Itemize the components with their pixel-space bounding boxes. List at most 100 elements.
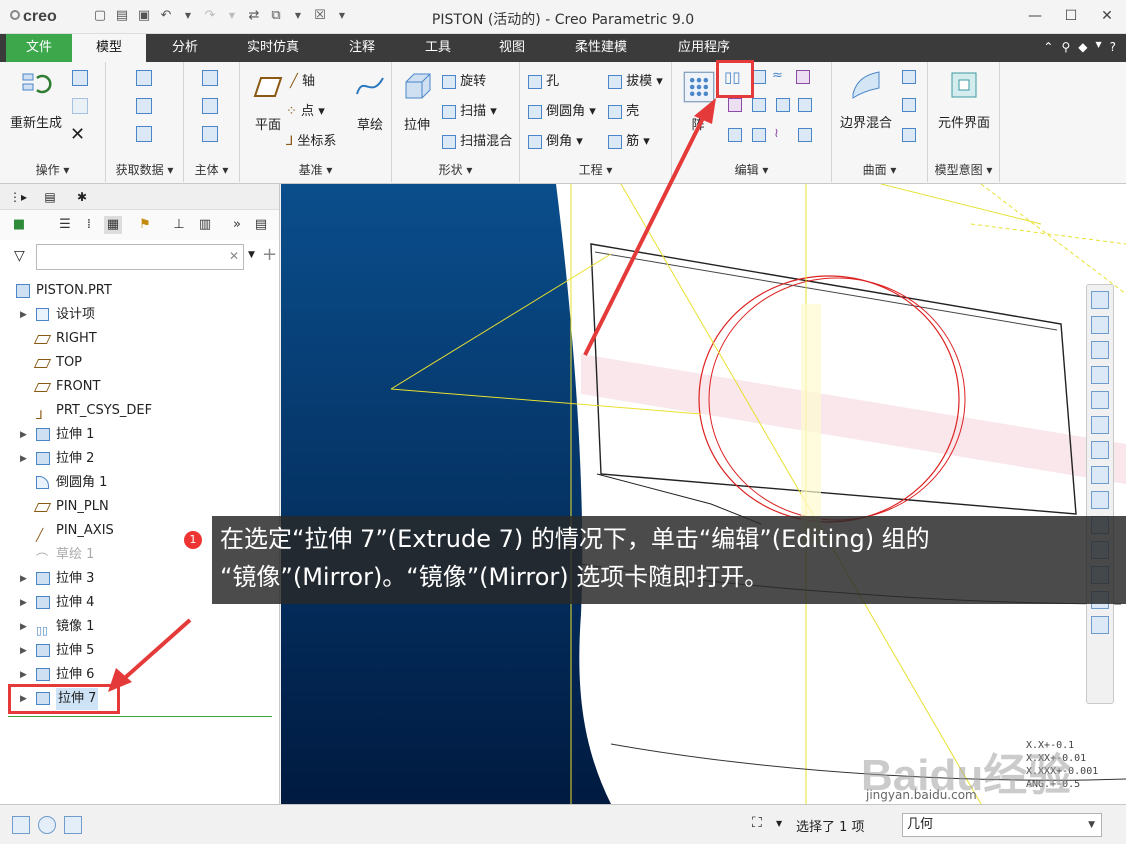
wrap-icon[interactable] — [752, 128, 766, 142]
insert-indicator[interactable] — [8, 716, 272, 717]
saved-orientations-icon[interactable] — [1091, 416, 1109, 434]
folder-browser-tab-icon[interactable]: ▤ — [38, 187, 62, 207]
revolve-button[interactable]: 旋转 — [442, 70, 486, 89]
tree-filter-icon[interactable]: ▦ — [104, 216, 122, 234]
zoom-out-icon[interactable] — [1091, 341, 1109, 359]
tree-item[interactable]: ▶ ▯▯ 镜像 1 — [0, 616, 278, 638]
boundary-blend-button[interactable]: 边界混合 — [836, 68, 896, 131]
freestyle-icon[interactable] — [902, 128, 916, 142]
show-options-icon[interactable]: ⊥ — [170, 216, 188, 234]
expand-arrow-icon[interactable]: ▶ — [20, 640, 27, 662]
show-icon[interactable]: ■ — [10, 216, 28, 234]
thicken-icon[interactable] — [776, 98, 790, 112]
tree-item[interactable]: ▶ 拉伸 6 — [0, 664, 278, 686]
tab-applications[interactable]: 应用程序 — [662, 34, 746, 62]
tab-file[interactable]: 文件 — [6, 34, 72, 62]
point-button[interactable]: ⁘ 点 ▾ — [286, 100, 325, 119]
bookmark-icon[interactable]: ⚑ — [136, 216, 154, 234]
close-icon[interactable]: ✕ — [1096, 6, 1118, 26]
tree-item[interactable]: ▶ 拉伸 1 — [0, 424, 278, 446]
delete-icon[interactable]: ✕ — [70, 124, 85, 145]
tree-item[interactable]: ▶ 拉伸 2 — [0, 448, 278, 470]
find-icon[interactable]: ⛶ — [752, 815, 762, 831]
tree-root[interactable]: PISTON.PRT — [0, 280, 278, 302]
intersect-icon[interactable] — [728, 128, 742, 142]
tree-search-input[interactable]: ✕ — [36, 244, 244, 270]
display-style-icon[interactable] — [1091, 391, 1109, 409]
repaint-icon[interactable] — [1091, 366, 1109, 384]
new-body-icon[interactable] — [202, 126, 218, 142]
learning-icon[interactable]: ◆ — [1078, 40, 1087, 54]
tab-view[interactable]: 视图 — [480, 34, 544, 62]
perspective-icon[interactable] — [1091, 466, 1109, 484]
expand-arrow-icon[interactable]: ▶ — [20, 448, 27, 470]
dropdown-arrow-icon[interactable]: ▼ — [1095, 40, 1101, 54]
paste-icon[interactable] — [72, 98, 88, 114]
refit-icon[interactable] — [1091, 291, 1109, 309]
csys-button[interactable]: ⅃ 坐标系 — [286, 130, 336, 149]
more-icon[interactable]: » — [228, 216, 246, 234]
model-tree-tab-icon[interactable]: ⋮▸ — [6, 187, 30, 207]
merge-icon[interactable] — [752, 70, 766, 84]
collapse-ribbon-icon[interactable]: ⌃ — [1043, 40, 1053, 54]
layer-icon[interactable]: ▥ — [196, 216, 214, 234]
hole-button[interactable]: 孔 — [528, 70, 559, 89]
remove-icon[interactable] — [798, 128, 812, 142]
offset-icon[interactable] — [752, 98, 766, 112]
add-icon[interactable]: + — [262, 244, 277, 265]
tab-flexible-modeling[interactable]: 柔性建模 — [558, 34, 644, 62]
fullscreen-icon[interactable] — [64, 816, 82, 834]
tree-item[interactable]: ⅃ PRT_CSYS_DEF — [0, 400, 278, 422]
shrinkwrap-icon[interactable] — [136, 126, 152, 142]
notes-icon[interactable]: ▤ — [252, 216, 270, 234]
fill-icon[interactable] — [902, 70, 916, 84]
tab-model[interactable]: 模型 — [72, 34, 146, 62]
tree-item[interactable]: PIN_PLN — [0, 496, 278, 518]
tree-columns-icon[interactable]: ⁞ — [80, 216, 98, 234]
expand-arrow-icon[interactable]: ▶ — [20, 592, 27, 614]
tree-item[interactable]: RIGHT — [0, 328, 278, 350]
minimize-icon[interactable]: — — [1024, 6, 1046, 26]
extend-icon[interactable] — [796, 70, 810, 84]
tree-item[interactable]: TOP — [0, 352, 278, 374]
view-manager-icon[interactable] — [1091, 441, 1109, 459]
graphics-viewport[interactable]: X.X+-0.1 X.XX+-0.01 X.XXX+-0.001 ANG.+-0… — [281, 184, 1126, 804]
selection-filter-select[interactable]: 几何 ▼ — [902, 813, 1102, 837]
datum-display-icon[interactable] — [1091, 491, 1109, 509]
copy-icon[interactable] — [72, 70, 88, 86]
chamfer-button[interactable]: 倒角 ▾ — [528, 130, 583, 149]
browser-icon[interactable] — [38, 816, 56, 834]
expand-arrow-icon[interactable]: ▶ — [20, 568, 27, 590]
tree-item[interactable]: ▶ 拉伸 5 — [0, 640, 278, 662]
extrude-button[interactable]: 拉伸 — [398, 70, 436, 133]
tree-item[interactable]: ▶ 设计项 — [0, 304, 278, 326]
tree-settings-icon[interactable]: ☰ — [56, 216, 74, 234]
style-icon[interactable] — [902, 98, 916, 112]
pattern-button[interactable]: 阵 — [682, 70, 715, 133]
round-button[interactable]: 倒圆角 ▾ — [528, 100, 596, 119]
tab-live-simulation[interactable]: 实时仿真 — [230, 34, 316, 62]
axis-button[interactable]: ╱ 轴 — [290, 70, 315, 89]
project-icon[interactable] — [728, 98, 742, 112]
trim-icon[interactable]: ≈ — [772, 68, 783, 83]
split-body-icon[interactable] — [202, 98, 218, 114]
regenerate-button[interactable]: 重新生成 — [8, 68, 64, 131]
clear-search-icon[interactable]: ✕ — [229, 249, 239, 263]
user-defined-feature-icon[interactable] — [136, 70, 152, 86]
tab-tools[interactable]: 工具 — [406, 34, 470, 62]
curve-icon[interactable]: ≀ — [774, 126, 779, 141]
search-icon[interactable]: ⚲ — [1061, 40, 1070, 54]
sketch-button[interactable]: 草绘 — [350, 70, 390, 133]
plane-button[interactable]: 平面 — [246, 70, 290, 133]
tab-annotate[interactable]: 注释 — [330, 34, 394, 62]
help-icon[interactable]: ? — [1110, 40, 1116, 54]
draft-button[interactable]: 拔模 ▾ — [608, 70, 663, 89]
expand-arrow-icon[interactable]: ▶ — [20, 304, 27, 326]
body-icon[interactable] — [202, 70, 218, 86]
expand-arrow-icon[interactable]: ▶ — [20, 424, 27, 446]
tab-analysis[interactable]: 分析 — [150, 34, 220, 62]
copy-geometry-icon[interactable] — [136, 98, 152, 114]
dropdown-arrow-icon[interactable]: ▼ — [248, 250, 255, 260]
dropdown-arrow-icon[interactable]: ▼ — [776, 819, 782, 828]
rib-button[interactable]: 筋 ▾ — [608, 130, 650, 149]
